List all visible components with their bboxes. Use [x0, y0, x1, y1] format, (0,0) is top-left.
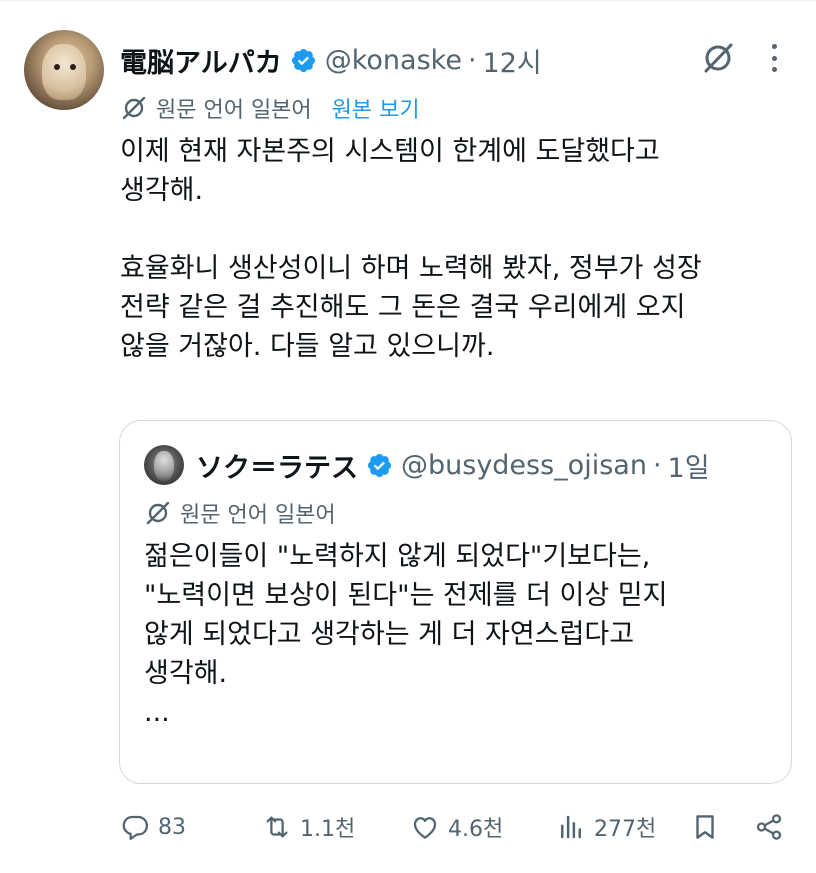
heart-icon: [413, 817, 437, 839]
avatar-eye-right: [70, 64, 76, 70]
quote-translation-row: 원문 언어 일본어: [144, 493, 336, 533]
bookmark-icon: [696, 815, 714, 839]
quote-header-separator: ·: [652, 449, 662, 481]
top-divider: [0, 0, 816, 1]
quote-timestamp: 1일: [667, 452, 710, 484]
tweet-text: 이제 현재 자본주의 시스템이 한계에 도달했다고 생각해. 효율화니 생산성이…: [120, 132, 796, 366]
like-button[interactable]: 4.6천: [410, 805, 503, 849]
avatar-eye-left: [54, 64, 60, 70]
tweet-text-line: 생각해.: [120, 175, 204, 206]
share-icon: [756, 814, 782, 840]
verified-badge-icon[interactable]: [290, 47, 317, 74]
quote-author-handle: @busydess_ojisan: [401, 449, 647, 481]
like-count: 4.6천: [448, 817, 504, 842]
translation-label: 원문 언어 일본어: [156, 98, 312, 123]
more-dot: [771, 67, 777, 72]
repost-button[interactable]: 1.1천: [262, 805, 355, 849]
show-original-link[interactable]: 원본 보기: [332, 92, 420, 124]
quote-author-avatar: [144, 445, 184, 485]
quote-avatar-bust: [154, 451, 174, 481]
grok-icon[interactable]: [700, 40, 736, 76]
tweet-text-line: 효율화니 생산성이니 하며 노력해 봤자, 정부가 성장: [120, 253, 702, 284]
quote-header: ソク＝ラテス @busydess_ojisan · 1일: [196, 443, 710, 487]
reply-count: 83: [158, 814, 186, 840]
share-button[interactable]: [754, 805, 784, 849]
tweet-header: 電脳アルパカ @konaske · 12시: [120, 38, 542, 82]
verified-badge-icon: [367, 453, 392, 477]
quote-tweet-card[interactable]: ソク＝ラテス @busydess_ojisan · 1일 원문 언어 일본어 젊…: [119, 420, 792, 784]
avatar-face: [42, 44, 86, 100]
quote-text-line: "노력이면 보상이 된다"는 전제를 더 이상 믿지: [144, 580, 668, 611]
tweet-text-line: 않을 거잖아. 다들 알고 있으니까.: [120, 331, 495, 362]
quote-text-line: 않게 되었다고 생각하는 게 더 자연스럽다고: [144, 619, 635, 650]
translate-icon: [122, 96, 146, 120]
quote-text-line: 생각해.: [144, 658, 228, 689]
reply-button[interactable]: 83: [120, 805, 186, 849]
author-handle[interactable]: @konaske: [325, 45, 462, 76]
views-button[interactable]: 277천: [556, 805, 656, 849]
reply-icon: [122, 815, 148, 840]
more-dot: [771, 44, 777, 49]
translate-icon: [146, 501, 170, 525]
header-separator: ·: [467, 44, 477, 76]
quote-text-ellipsis: ...: [144, 697, 170, 728]
bookmark-button[interactable]: [690, 805, 720, 849]
views-icon: [561, 815, 581, 839]
translation-row: 원문 언어 일본어 원본 보기: [120, 88, 420, 128]
views-count: 277천: [594, 817, 657, 842]
quote-translation-label: 원문 언어 일본어: [180, 503, 336, 528]
quote-text: 젊은이들이 "노력하지 않게 되었다"기보다는, "노력이면 보상이 된다"는 …: [144, 537, 774, 732]
author-display-name[interactable]: 電脳アルパカ: [120, 41, 282, 80]
action-bar: 83 1.1천 4.6천 277천: [120, 805, 796, 849]
quote-author-display-name: ソク＝ラテス: [196, 452, 358, 484]
tweet-text-line: 전략 같은 걸 추진해도 그 돈은 결국 우리에게 오지: [120, 292, 686, 323]
more-icon[interactable]: [764, 44, 784, 72]
tweet-timestamp[interactable]: 12시: [483, 41, 542, 80]
repost-icon: [266, 816, 288, 838]
more-dot: [771, 55, 777, 61]
author-avatar[interactable]: [24, 30, 104, 110]
tweet-text-line: 이제 현재 자본주의 시스템이 한계에 도달했다고: [120, 136, 660, 167]
repost-count: 1.1천: [300, 817, 356, 842]
quote-text-line: 젊은이들이 "노력하지 않게 되었다"기보다는,: [144, 541, 651, 572]
